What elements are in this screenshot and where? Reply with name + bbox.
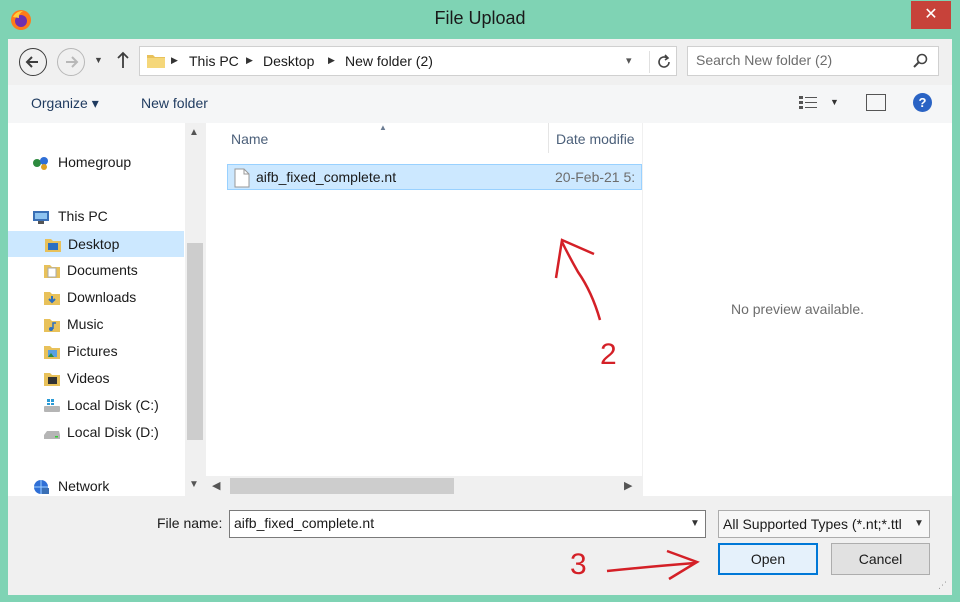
file-upload-dialog: File Upload ✕ ▼ ▶ This PC ▶ Desktop ▶ Ne… <box>0 0 960 602</box>
file-type-value: All Supported Types (*.nt;*.ttl <box>723 516 902 532</box>
dialog-title: File Upload <box>434 8 526 28</box>
drive-c-icon <box>44 399 60 412</box>
chevron-down-icon[interactable]: ▾ <box>626 54 632 67</box>
cancel-button[interactable]: Cancel <box>831 543 930 575</box>
file-name-input[interactable] <box>234 515 674 531</box>
close-button[interactable]: ✕ <box>911 1 951 29</box>
annotation-step-2: 2 <box>600 338 617 371</box>
breadcrumb-this-pc[interactable]: This PC <box>189 53 239 69</box>
scroll-left-arrow[interactable]: ◀ <box>212 479 220 492</box>
refresh-icon <box>658 54 670 68</box>
search-box[interactable] <box>687 46 939 76</box>
downloads-folder-icon <box>44 292 60 305</box>
column-divider[interactable] <box>548 123 549 153</box>
file-name-combobox[interactable]: ▼ <box>229 510 706 538</box>
breadcrumb-separator[interactable]: ▶ <box>246 55 253 66</box>
computer-icon <box>33 211 49 224</box>
nav-label: Pictures <box>67 343 118 359</box>
annotation-step-3: 3 <box>570 548 587 581</box>
breadcrumb-new-folder[interactable]: New folder (2) <box>345 53 433 69</box>
navigation-pane: Homegroup This PC Desktop Documents Down… <box>8 123 205 496</box>
nav-label: Desktop <box>68 236 120 252</box>
file-row[interactable]: aifb_fixed_complete.nt 20-Feb-21 5: <box>227 164 642 190</box>
nav-label: Videos <box>67 370 110 386</box>
view-options-dropdown[interactable]: ▼ <box>830 97 839 107</box>
nav-label: Documents <box>67 262 138 278</box>
nav-item-music[interactable]: Music <box>8 312 184 338</box>
new-folder-button[interactable]: New folder <box>141 95 208 111</box>
nav-item-documents[interactable]: Documents <box>8 258 184 284</box>
breadcrumb-desktop[interactable]: Desktop <box>263 53 314 69</box>
up-arrow-icon[interactable] <box>116 51 130 69</box>
search-input[interactable] <box>696 52 906 68</box>
nav-label: Local Disk (C:) <box>67 397 159 413</box>
nav-item-pictures[interactable]: Pictures <box>8 339 184 365</box>
nav-item-desktop[interactable]: Desktop <box>8 231 184 257</box>
chevron-down-icon[interactable]: ▼ <box>690 518 700 529</box>
organize-menu[interactable]: Organize ▾ <box>31 95 99 112</box>
help-icon[interactable]: ? <box>913 93 932 112</box>
title-bar[interactable]: File Upload ✕ <box>0 0 960 40</box>
dialog-body: ▼ ▶ This PC ▶ Desktop ▶ New folder (2) ▾… <box>8 39 952 595</box>
nav-label: This PC <box>58 208 108 224</box>
scroll-up-arrow[interactable]: ▲ <box>189 127 199 138</box>
breadcrumb-separator[interactable]: ▶ <box>328 55 335 66</box>
scroll-down-arrow[interactable]: ▼ <box>189 479 199 490</box>
file-name: aifb_fixed_complete.nt <box>256 169 397 185</box>
forward-arrow-icon <box>66 56 79 68</box>
column-header-name[interactable]: Name <box>231 131 268 147</box>
scroll-right-arrow[interactable]: ▶ <box>624 479 632 492</box>
preview-message: No preview available. <box>730 301 865 317</box>
nav-item-network[interactable]: Network <box>8 474 184 500</box>
documents-folder-icon <box>44 265 60 278</box>
nav-label: Downloads <box>67 289 137 305</box>
nav-label: Homegroup <box>58 154 132 170</box>
scroll-thumb[interactable] <box>230 478 454 494</box>
nav-item-this-pc[interactable]: This PC <box>8 204 184 230</box>
resize-grip-icon[interactable]: ⋰ <box>938 580 947 591</box>
chevron-down-icon[interactable]: ▼ <box>914 518 924 529</box>
preview-pane: No preview available. <box>643 123 952 496</box>
nav-label: Local Disk (D:) <box>67 424 159 440</box>
scroll-thumb[interactable] <box>187 243 203 440</box>
open-button[interactable]: Open <box>718 543 818 575</box>
sort-ascending-icon: ▲ <box>379 123 387 132</box>
nav-label: Music <box>67 316 104 332</box>
file-date: 20-Feb-21 5: <box>555 169 636 185</box>
music-folder-icon <box>44 319 60 332</box>
videos-folder-icon <box>44 373 60 386</box>
column-header-date[interactable]: Date modifie <box>556 131 635 147</box>
horizontal-scrollbar[interactable]: ◀ ▶ <box>206 476 642 496</box>
recent-locations-dropdown[interactable]: ▼ <box>94 55 103 65</box>
file-type-select[interactable]: All Supported Types (*.nt;*.ttl ▼ <box>718 510 930 538</box>
view-details-icon[interactable] <box>798 94 820 110</box>
homegroup-icon <box>33 157 48 170</box>
file-icon <box>234 168 250 188</box>
search-icon[interactable] <box>913 53 929 69</box>
preview-pane-icon[interactable] <box>866 94 886 111</box>
network-icon <box>34 480 49 494</box>
nav-scrollbar[interactable]: ▲ ▼ <box>185 123 205 496</box>
address-bar[interactable]: ▶ This PC ▶ Desktop ▶ New folder (2) ▾ <box>139 46 677 76</box>
drive-d-icon <box>44 431 60 439</box>
forward-button[interactable] <box>57 48 85 76</box>
nav-label: Network <box>58 478 110 494</box>
file-name-label: File name: <box>157 515 223 531</box>
refresh-button[interactable] <box>649 51 677 73</box>
breadcrumb-separator[interactable]: ▶ <box>171 55 178 66</box>
annotation-arrow-up <box>554 238 602 321</box>
pictures-folder-icon <box>44 346 60 359</box>
nav-item-homegroup[interactable]: Homegroup <box>8 150 184 176</box>
nav-item-videos[interactable]: Videos <box>8 366 184 392</box>
nav-item-local-disk-c[interactable]: Local Disk (C:) <box>8 393 184 419</box>
annotation-arrow-right <box>606 549 700 581</box>
folder-icon <box>147 55 165 68</box>
back-arrow-icon <box>25 56 38 68</box>
nav-item-downloads[interactable]: Downloads <box>8 285 184 311</box>
nav-item-local-disk-d[interactable]: Local Disk (D:) <box>8 420 184 446</box>
desktop-folder-icon <box>45 239 61 252</box>
command-bar: Organize ▾ New folder ▼ ? <box>8 85 952 123</box>
back-button[interactable] <box>19 48 47 76</box>
